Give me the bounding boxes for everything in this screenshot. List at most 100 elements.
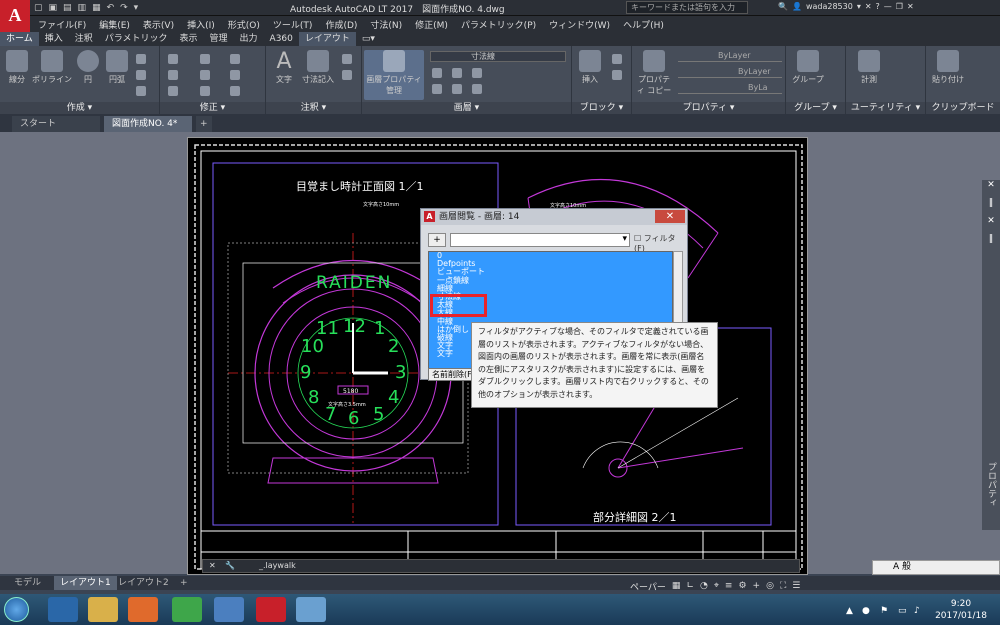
- new-tab-button[interactable]: +: [196, 116, 212, 132]
- layer-off-icon[interactable]: [452, 68, 462, 78]
- panel-modify-title[interactable]: 修正 ▾: [160, 102, 265, 114]
- tray-arrow-icon[interactable]: ▲: [846, 606, 853, 616]
- command-line[interactable]: ✕ 🔧 _.laywalk: [202, 559, 800, 573]
- layer-item[interactable]: 大線: [429, 309, 672, 317]
- filter-checkbox[interactable]: ☐ フィルタ(F): [634, 233, 683, 253]
- leader-icon[interactable]: [342, 54, 352, 64]
- help-icon[interactable]: ?: [876, 2, 880, 11]
- wrench-icon[interactable]: 🔧: [225, 560, 235, 572]
- ortho-icon[interactable]: ∟: [686, 581, 694, 591]
- polyline-tool[interactable]: ポリライン: [32, 50, 72, 85]
- filter-combo[interactable]: [450, 233, 630, 247]
- app-logo[interactable]: A: [0, 0, 30, 34]
- tray-volume-icon[interactable]: ♪: [914, 606, 920, 616]
- dropdown-icon[interactable]: ▾: [134, 3, 139, 13]
- panel-annotation-title[interactable]: 注釈 ▾: [266, 102, 361, 114]
- exchange-icon[interactable]: ✕: [865, 2, 872, 11]
- tray-flag-icon[interactable]: ⚑: [880, 606, 888, 616]
- panel-draw-title[interactable]: 作成 ▾: [0, 102, 159, 114]
- lineweight-icon[interactable]: ≡: [725, 581, 733, 591]
- layer-item[interactable]: 細線: [429, 284, 672, 293]
- osnap-icon[interactable]: ⌖: [714, 581, 719, 591]
- taskbar-clock[interactable]: 9:20 2017/01/18: [926, 598, 996, 622]
- tab-parametric[interactable]: パラメトリック: [99, 32, 174, 46]
- panel-properties-title[interactable]: プロパティ ▾: [632, 102, 785, 114]
- dimension-tool[interactable]: 寸法記入: [300, 50, 336, 85]
- layer-item[interactable]: 寸法線: [429, 292, 672, 301]
- close-button[interactable]: ✕: [655, 210, 685, 223]
- ie-icon[interactable]: [48, 597, 78, 622]
- print-icon[interactable]: ▦: [92, 3, 101, 13]
- insert-tool[interactable]: 挿入: [576, 50, 604, 85]
- palette-grip-icon-2[interactable]: ‖: [982, 234, 1000, 244]
- layer-combo[interactable]: 寸法線: [430, 51, 566, 62]
- properties-palette-label[interactable]: プロパティ: [984, 448, 998, 520]
- explorer-icon[interactable]: [88, 597, 118, 622]
- chrome-icon[interactable]: [172, 597, 202, 622]
- ribbon-options-icon[interactable]: ▭▾: [356, 32, 381, 46]
- dialog-title-bar[interactable]: A 画層閲覧 - 画層: 14 ✕: [421, 209, 687, 225]
- trim-icon[interactable]: [200, 54, 210, 64]
- menu-draw[interactable]: 作成(D): [325, 18, 357, 31]
- tab-view[interactable]: 表示: [174, 32, 204, 46]
- filter-button[interactable]: +: [428, 233, 446, 247]
- panel-block-title[interactable]: ブロック ▾: [572, 102, 631, 114]
- start-button[interactable]: [4, 597, 29, 622]
- match-properties-tool[interactable]: プロパティ コピー: [636, 50, 672, 96]
- redo-icon[interactable]: ↷: [120, 3, 128, 13]
- autocad-taskbar-icon[interactable]: [256, 597, 286, 622]
- tab-drawing[interactable]: 図面作成NO. 4*: [104, 116, 192, 132]
- menu-tools[interactable]: ツール(T): [273, 18, 313, 31]
- lineweight-combo[interactable]: ByLa: [678, 83, 782, 94]
- paste-tool[interactable]: 貼り付け: [930, 50, 966, 85]
- menu-help[interactable]: ヘルプ(H): [623, 18, 664, 31]
- polar-icon[interactable]: ◔: [700, 581, 708, 591]
- undo-icon[interactable]: ↶: [107, 3, 115, 13]
- menu-file[interactable]: ファイル(F): [38, 18, 86, 31]
- arc-tool[interactable]: 円弧: [104, 50, 130, 85]
- table-icon[interactable]: [342, 70, 352, 80]
- layer-freeze-icon[interactable]: [432, 68, 442, 78]
- text-tool[interactable]: A 文字: [270, 50, 298, 85]
- paper-toggle[interactable]: ペーパー: [630, 580, 666, 593]
- menu-dimension[interactable]: 寸法(N): [370, 18, 402, 31]
- tab-layout1[interactable]: レイアウト1: [54, 576, 117, 590]
- save-as-icon[interactable]: ▥: [78, 3, 87, 13]
- stretch-icon[interactable]: [168, 86, 178, 96]
- menu-insert[interactable]: 挿入(I): [187, 18, 215, 31]
- layer-properties-tool[interactable]: 画層プロパティ管理: [364, 50, 424, 100]
- palette-grip-icon[interactable]: ‖: [982, 198, 1000, 208]
- measure-tool[interactable]: 計測: [854, 50, 884, 85]
- palette-close-icon[interactable]: ✕: [982, 180, 1000, 190]
- open-file-icon[interactable]: ▣: [49, 3, 58, 13]
- menu-modify[interactable]: 修正(M): [415, 18, 448, 31]
- scale-icon[interactable]: [200, 86, 210, 96]
- minimize-icon[interactable]: —: [884, 2, 892, 11]
- menu-window[interactable]: ウィンドウ(W): [549, 18, 610, 31]
- isolate-icon[interactable]: ◎: [766, 581, 774, 591]
- search-input[interactable]: キーワードまたは語句を入力: [626, 1, 748, 14]
- customize-icon[interactable]: ☰: [792, 581, 800, 591]
- tab-manage[interactable]: 管理: [204, 32, 234, 46]
- layer-lock-icon[interactable]: [472, 68, 482, 78]
- layer-iso-icon[interactable]: [432, 84, 442, 94]
- panel-group-title[interactable]: グループ ▾: [786, 102, 845, 114]
- fillet-icon[interactable]: [230, 70, 240, 80]
- tab-home[interactable]: ホーム: [0, 32, 39, 46]
- ime-bar[interactable]: A 般: [872, 560, 1000, 575]
- paint-icon[interactable]: [296, 597, 326, 622]
- rectangle-icon[interactable]: [136, 54, 146, 64]
- search-icon[interactable]: 🔍: [778, 2, 788, 11]
- copy-icon[interactable]: [168, 70, 178, 80]
- edit-block-icon[interactable]: [612, 70, 622, 80]
- create-block-icon[interactable]: [612, 54, 622, 64]
- panel-layers-title[interactable]: 画層 ▾: [362, 102, 571, 114]
- chevron-down-icon[interactable]: ▾: [857, 2, 861, 11]
- tray-security-icon[interactable]: ●: [862, 606, 870, 616]
- menu-view[interactable]: 表示(V): [143, 18, 174, 31]
- thunderbird-icon[interactable]: [214, 597, 244, 622]
- panel-clipboard-title[interactable]: クリップボード: [926, 102, 1000, 114]
- new-file-icon[interactable]: ▢: [34, 3, 43, 13]
- user-info[interactable]: 🔍 👤 wada28530 ▾ ✕ ? — ❐ ✕: [778, 2, 914, 11]
- menu-edit[interactable]: 編集(E): [99, 18, 130, 31]
